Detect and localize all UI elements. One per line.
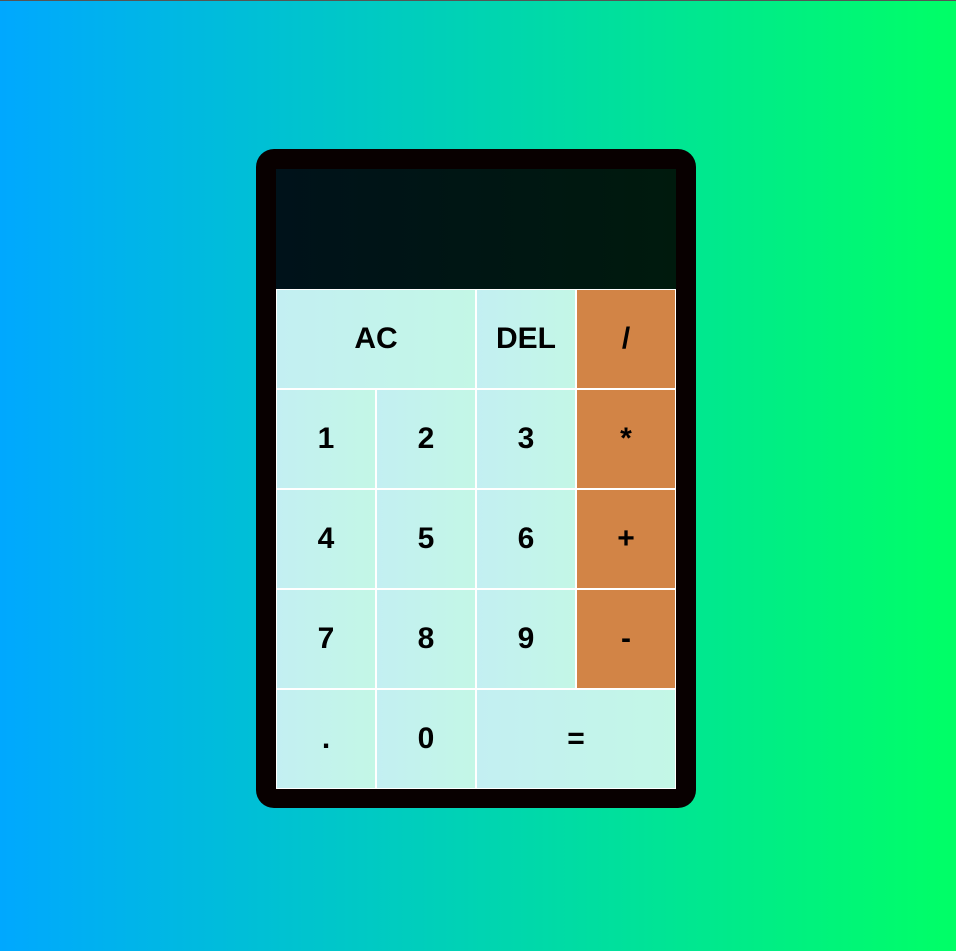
all-clear-button[interactable]: AC <box>276 289 476 389</box>
digit-1-button[interactable]: 1 <box>276 389 376 489</box>
digit-5-button[interactable]: 5 <box>376 489 476 589</box>
keypad: AC DEL / 1 2 3 * 4 5 6 + 7 8 9 - . 0 = <box>276 289 676 789</box>
multiply-button[interactable]: * <box>576 389 676 489</box>
decimal-button[interactable]: . <box>276 689 376 789</box>
delete-button[interactable]: DEL <box>476 289 576 389</box>
divide-button[interactable]: / <box>576 289 676 389</box>
digit-2-button[interactable]: 2 <box>376 389 476 489</box>
digit-0-button[interactable]: 0 <box>376 689 476 789</box>
subtract-button[interactable]: - <box>576 589 676 689</box>
calculator-display <box>276 169 676 289</box>
digit-4-button[interactable]: 4 <box>276 489 376 589</box>
previous-operand <box>286 179 666 205</box>
digit-3-button[interactable]: 3 <box>476 389 576 489</box>
equals-button[interactable]: = <box>476 689 676 789</box>
digit-8-button[interactable]: 8 <box>376 589 476 689</box>
current-operand <box>286 205 666 251</box>
digit-9-button[interactable]: 9 <box>476 589 576 689</box>
calculator: AC DEL / 1 2 3 * 4 5 6 + 7 8 9 - . 0 = <box>256 149 696 808</box>
add-button[interactable]: + <box>576 489 676 589</box>
digit-6-button[interactable]: 6 <box>476 489 576 589</box>
digit-7-button[interactable]: 7 <box>276 589 376 689</box>
